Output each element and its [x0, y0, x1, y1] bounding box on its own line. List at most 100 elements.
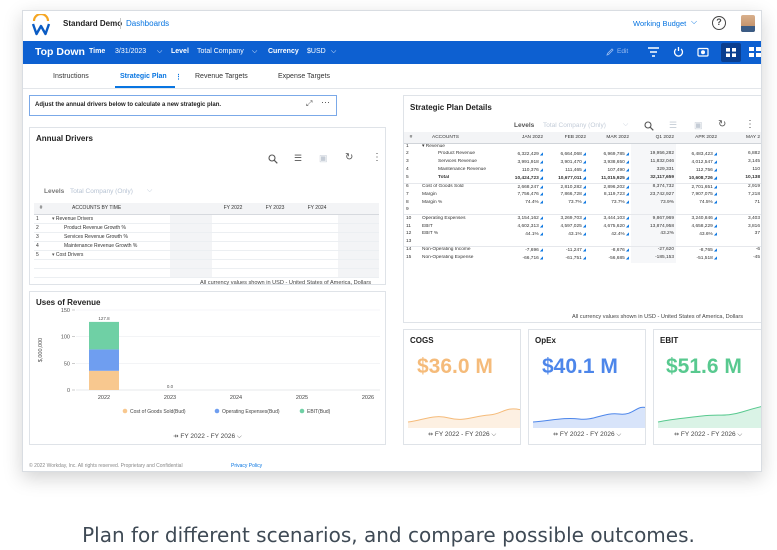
- value-cell[interactable]: 3,816: [719, 223, 761, 231]
- chevron-down-icon[interactable]: ⌵: [157, 48, 162, 56]
- value-cell[interactable]: [676, 239, 719, 246]
- dashboards-link[interactable]: Dashboards: [126, 19, 169, 28]
- table-row[interactable]: 7 Margin 7,756,476 ◢ 7,866,728 ◢ 8,119,723 ◢…: [404, 191, 761, 200]
- date-range-selector[interactable]: ⇸ FY 2022 - FY 2026 ⌵: [529, 430, 645, 439]
- more-vertical-icon[interactable]: ⋮: [372, 152, 382, 163]
- help-icon[interactable]: ?: [712, 16, 726, 30]
- search-icon[interactable]: [268, 154, 278, 164]
- value-cell[interactable]: 11,832,046: [631, 158, 676, 167]
- table-row[interactable]: 12 EBIT % 44.1% ◢ 43.1% ◢ 42.4% ◢ 43.2% 43.6% …: [404, 230, 761, 239]
- value-cell[interactable]: 8,374,732: [631, 182, 676, 192]
- table-row[interactable]: 5 ▾ Cost Drivers: [34, 250, 379, 260]
- value-cell[interactable]: [588, 239, 631, 246]
- save-icon[interactable]: ▣: [694, 120, 703, 131]
- search-icon[interactable]: [644, 121, 654, 131]
- edit-rows-icon[interactable]: ☰: [669, 120, 677, 131]
- value-cell[interactable]: 6,322,429 ◢: [502, 151, 545, 159]
- value-cell[interactable]: 74.5% ◢: [676, 199, 719, 207]
- value-cell[interactable]: 4,675,620 ◢: [588, 223, 631, 231]
- value-cell[interactable]: -185,153: [631, 254, 676, 263]
- value-cell[interactable]: 19,956,282: [631, 150, 676, 159]
- value-cell[interactable]: 43.2%: [631, 230, 676, 239]
- driver-cell[interactable]: [254, 232, 296, 242]
- value-cell[interactable]: 6,483,423 ◢: [676, 151, 719, 159]
- tab-strategic-plan[interactable]: Strategic Plan: [120, 73, 167, 80]
- value-cell[interactable]: -45: [719, 255, 761, 263]
- table-row[interactable]: 8 Margin % 74.4% ◢ 73.7% ◢ 73.7% ◢ 73.9% 74.5%…: [404, 199, 761, 208]
- table-row[interactable]: 13: [404, 238, 761, 247]
- value-cell[interactable]: 3,901,470 ◢: [545, 159, 588, 167]
- refresh-icon[interactable]: ↻: [718, 119, 726, 130]
- currency-selector[interactable]: $USD: [307, 48, 326, 55]
- value-cell[interactable]: 7,907,075 ◢: [676, 191, 719, 199]
- table-row[interactable]: 3 Services Revenue 3,991,918 ◢ 3,901,470 ◢ 3…: [404, 158, 761, 167]
- value-cell[interactable]: 2,701,651 ◢: [676, 182, 719, 192]
- tab-expense-targets[interactable]: Expense Targets: [278, 73, 330, 80]
- value-cell[interactable]: [545, 239, 588, 246]
- table-row[interactable]: 2 Product Revenue Growth %: [34, 223, 379, 233]
- value-cell[interactable]: 3,145: [719, 159, 761, 167]
- value-cell[interactable]: -7,696 ◢: [502, 245, 545, 255]
- date-range-selector[interactable]: ⇸ FY 2022 - FY 2026 ⌵: [654, 430, 761, 439]
- value-cell[interactable]: [588, 207, 631, 214]
- more-vertical-icon[interactable]: ⋮: [175, 73, 182, 81]
- value-cell[interactable]: 3,403: [719, 214, 761, 224]
- value-cell[interactable]: 10,138: [719, 175, 761, 183]
- chevron-down-icon[interactable]: ⌵: [252, 48, 257, 56]
- tab-instructions[interactable]: Instructions: [53, 73, 89, 80]
- value-cell[interactable]: 6,664,068 ◢: [545, 151, 588, 159]
- table-row[interactable]: 11 EBIT 4,602,313 ◢ 4,597,025 ◢ 4,675,620 ◢ 1…: [404, 223, 761, 231]
- table-row[interactable]: 5 Total 10,424,723 ◢ 10,677,011 ◢ 11,015,925…: [404, 174, 761, 184]
- value-cell[interactable]: 3,240,846 ◢: [676, 214, 719, 224]
- expand-icon[interactable]: ⤢: [306, 99, 312, 109]
- chevron-down-icon[interactable]: ⌵: [331, 48, 336, 56]
- value-cell[interactable]: 10,608,726 ◢: [676, 175, 719, 183]
- value-cell[interactable]: [631, 238, 676, 247]
- table-row[interactable]: 1 ▾ Revenue: [404, 143, 761, 151]
- value-cell[interactable]: 32,117,659: [631, 174, 676, 184]
- value-cell[interactable]: 110: [719, 167, 761, 175]
- driver-cell[interactable]: [296, 241, 338, 251]
- driver-cell[interactable]: [254, 214, 296, 224]
- value-cell[interactable]: 107,490 ◢: [588, 167, 631, 175]
- value-cell[interactable]: 111,465 ◢: [545, 167, 588, 175]
- grid-view-button[interactable]: [721, 43, 741, 62]
- driver-cell[interactable]: [254, 241, 296, 251]
- value-cell[interactable]: 37: [719, 231, 761, 239]
- value-cell[interactable]: -27,620: [631, 245, 676, 255]
- driver-cell[interactable]: [212, 214, 254, 224]
- value-cell[interactable]: 3,991,918 ◢: [502, 159, 545, 167]
- driver-cell[interactable]: [212, 250, 254, 260]
- more-vertical-icon[interactable]: ⋮: [745, 119, 755, 130]
- value-cell[interactable]: 7,218: [719, 191, 761, 199]
- value-cell[interactable]: 43.1% ◢: [545, 231, 588, 239]
- value-cell[interactable]: [719, 144, 761, 151]
- value-cell[interactable]: 4,597,025 ◢: [545, 223, 588, 231]
- value-cell[interactable]: 6,882: [719, 151, 761, 159]
- value-cell[interactable]: [676, 207, 719, 214]
- driver-cell[interactable]: [212, 232, 254, 242]
- value-cell[interactable]: [502, 144, 545, 151]
- value-cell[interactable]: 13,874,958: [631, 223, 676, 231]
- table-row[interactable]: 10 Operating Expenses 3,154,162 ◢ 3,269,703…: [404, 214, 761, 224]
- pencil-icon[interactable]: [606, 48, 614, 56]
- value-cell[interactable]: 73.7% ◢: [545, 199, 588, 207]
- value-cell[interactable]: 9,867,969: [631, 214, 676, 224]
- edit-rows-icon[interactable]: ☰: [294, 153, 302, 164]
- value-cell[interactable]: 329,331: [631, 166, 676, 175]
- avatar[interactable]: [741, 15, 755, 32]
- driver-cell[interactable]: [212, 223, 254, 233]
- table-row[interactable]: 14 Non-Operating Income -7,696 ◢ -11,247 ◢ -…: [404, 245, 761, 255]
- value-cell[interactable]: [631, 207, 676, 215]
- edit-button[interactable]: Edit: [617, 48, 628, 55]
- layout-icon[interactable]: [749, 47, 761, 58]
- privacy-policy-link[interactable]: Privacy Policy: [231, 463, 262, 469]
- value-cell[interactable]: [631, 143, 676, 151]
- value-cell[interactable]: -61,751 ◢: [545, 255, 588, 263]
- save-icon[interactable]: ▣: [319, 153, 328, 164]
- date-range-selector[interactable]: ⇸ FY 2022 - FY 2026 ⌵: [404, 430, 520, 439]
- levels-selector[interactable]: Total Company (Only): [543, 122, 606, 129]
- table-row[interactable]: 15 Non-Operating Expense -66,716 ◢ -61,751 …: [404, 254, 761, 263]
- driver-cell[interactable]: [296, 214, 338, 224]
- value-cell[interactable]: 3,938,650 ◢: [588, 159, 631, 167]
